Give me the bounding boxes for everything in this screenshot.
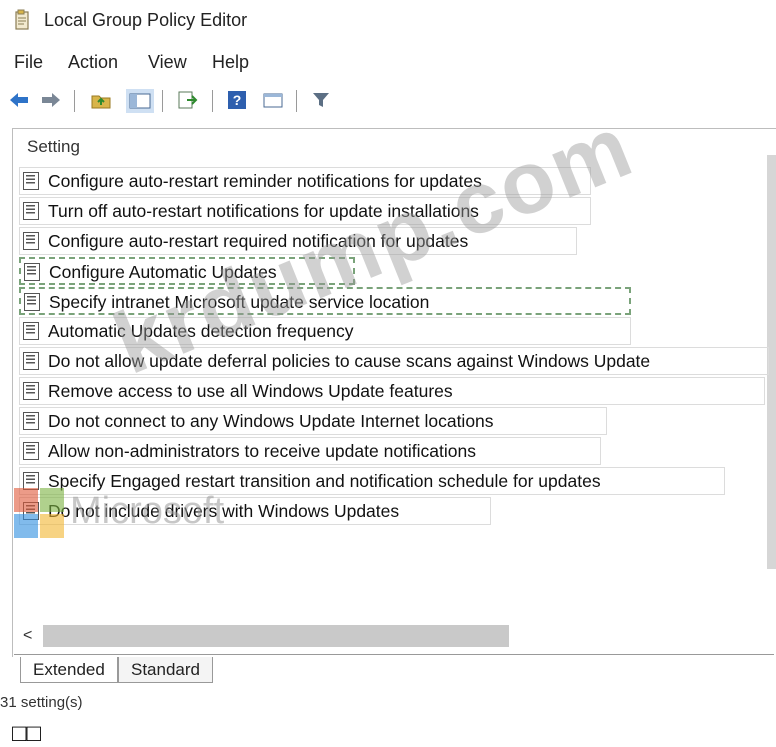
menu-bar: File Action View Help <box>0 48 776 78</box>
policy-setting-icon <box>23 442 39 460</box>
list-item[interactable]: Configure auto-restart required notifica… <box>19 227 577 255</box>
policy-setting-icon <box>24 293 40 311</box>
policy-setting-icon <box>23 232 39 250</box>
toolbar-separator <box>162 90 163 112</box>
list-item[interactable]: Do not connect to any Windows Update Int… <box>19 407 607 435</box>
list-item-label: Do not include drivers with Windows Upda… <box>48 501 400 521</box>
up-folder-icon[interactable] <box>90 89 112 111</box>
list-item-label: Turn off auto-restart notifications for … <box>48 201 479 221</box>
toolbar-separator <box>296 90 297 112</box>
status-bar-text: 31 setting(s) <box>0 694 83 711</box>
list-item[interactable]: Specify Engaged restart transition and n… <box>19 467 725 495</box>
horizontal-scrollbar-thumb[interactable] <box>43 625 509 647</box>
export-list-icon[interactable] <box>176 89 198 111</box>
policy-setting-icon <box>23 172 39 190</box>
filter-icon[interactable] <box>310 89 332 111</box>
view-tabs: Extended Standard <box>14 654 774 687</box>
tab-extended[interactable]: Extended <box>20 657 118 683</box>
policy-setting-icon <box>23 412 39 430</box>
help-icon[interactable]: ? <box>226 89 248 111</box>
menu-view[interactable]: View <box>148 52 187 73</box>
extended-view-icon[interactable] <box>262 89 284 111</box>
policy-setting-icon <box>23 382 39 400</box>
list-item-label: Specify Engaged restart transition and n… <box>48 471 601 491</box>
list-item-label: Configure Automatic Updates <box>49 262 277 282</box>
list-item-selected[interactable]: Configure Automatic Updates <box>19 257 355 285</box>
list-item-label: Configure auto-restart reminder notifica… <box>48 171 482 191</box>
list-item[interactable]: Allow non-administrators to receive upda… <box>19 437 601 465</box>
show-hide-tree-icon[interactable] <box>126 89 154 113</box>
tab-standard[interactable]: Standard <box>118 657 213 683</box>
list-item-label: Do not connect to any Windows Update Int… <box>48 411 494 431</box>
column-header-setting[interactable]: Setting <box>27 137 80 157</box>
back-arrow-icon[interactable] <box>8 89 30 111</box>
policy-setting-icon <box>23 352 39 370</box>
toolbar: ? <box>0 84 776 118</box>
list-item-label: Remove access to use all Windows Update … <box>48 381 453 401</box>
forward-arrow-icon[interactable] <box>40 89 62 111</box>
list-item[interactable]: Configure auto-restart reminder notifica… <box>19 167 591 195</box>
list-item[interactable]: Do not include drivers with Windows Upda… <box>19 497 491 525</box>
policy-setting-icon <box>23 472 39 490</box>
policy-setting-icon <box>23 202 39 220</box>
list-item-label: Configure auto-restart required notifica… <box>48 231 469 251</box>
menu-help[interactable]: Help <box>212 52 249 73</box>
list-item[interactable]: Remove access to use all Windows Update … <box>19 377 765 405</box>
window-title: Local Group Policy Editor <box>44 10 248 30</box>
list-item[interactable]: Turn off auto-restart notifications for … <box>19 197 591 225</box>
gpedit-icon <box>15 9 29 30</box>
policy-setting-icon <box>24 263 40 281</box>
settings-list-pane: Setting Configure auto-restart reminder … <box>12 128 776 657</box>
toolbar-separator <box>74 90 75 112</box>
toolbar-separator <box>212 90 213 112</box>
list-item-label: Automatic Updates detection frequency <box>48 321 354 341</box>
list-item-label: Specify intranet Microsoft update servic… <box>49 292 430 312</box>
scroll-left-arrow[interactable]: < <box>23 627 32 645</box>
list-item-selected[interactable]: Specify intranet Microsoft update servic… <box>19 287 631 315</box>
list-item[interactable]: Automatic Updates detection frequency <box>19 317 631 345</box>
menu-file[interactable]: File <box>14 52 43 73</box>
list-item-label: Allow non-administrators to receive upda… <box>48 441 476 461</box>
menu-action[interactable]: Action <box>68 52 118 73</box>
list-item-label: Do not allow update deferral policies to… <box>48 351 651 371</box>
policy-setting-icon <box>23 502 39 520</box>
bottom-glyphs: □□ <box>12 720 41 747</box>
svg-text:?: ? <box>233 92 242 108</box>
list-item[interactable]: Do not allow update deferral policies to… <box>19 347 769 375</box>
title-bar: Local Group Policy Editor <box>0 0 776 44</box>
policy-setting-icon <box>23 322 39 340</box>
